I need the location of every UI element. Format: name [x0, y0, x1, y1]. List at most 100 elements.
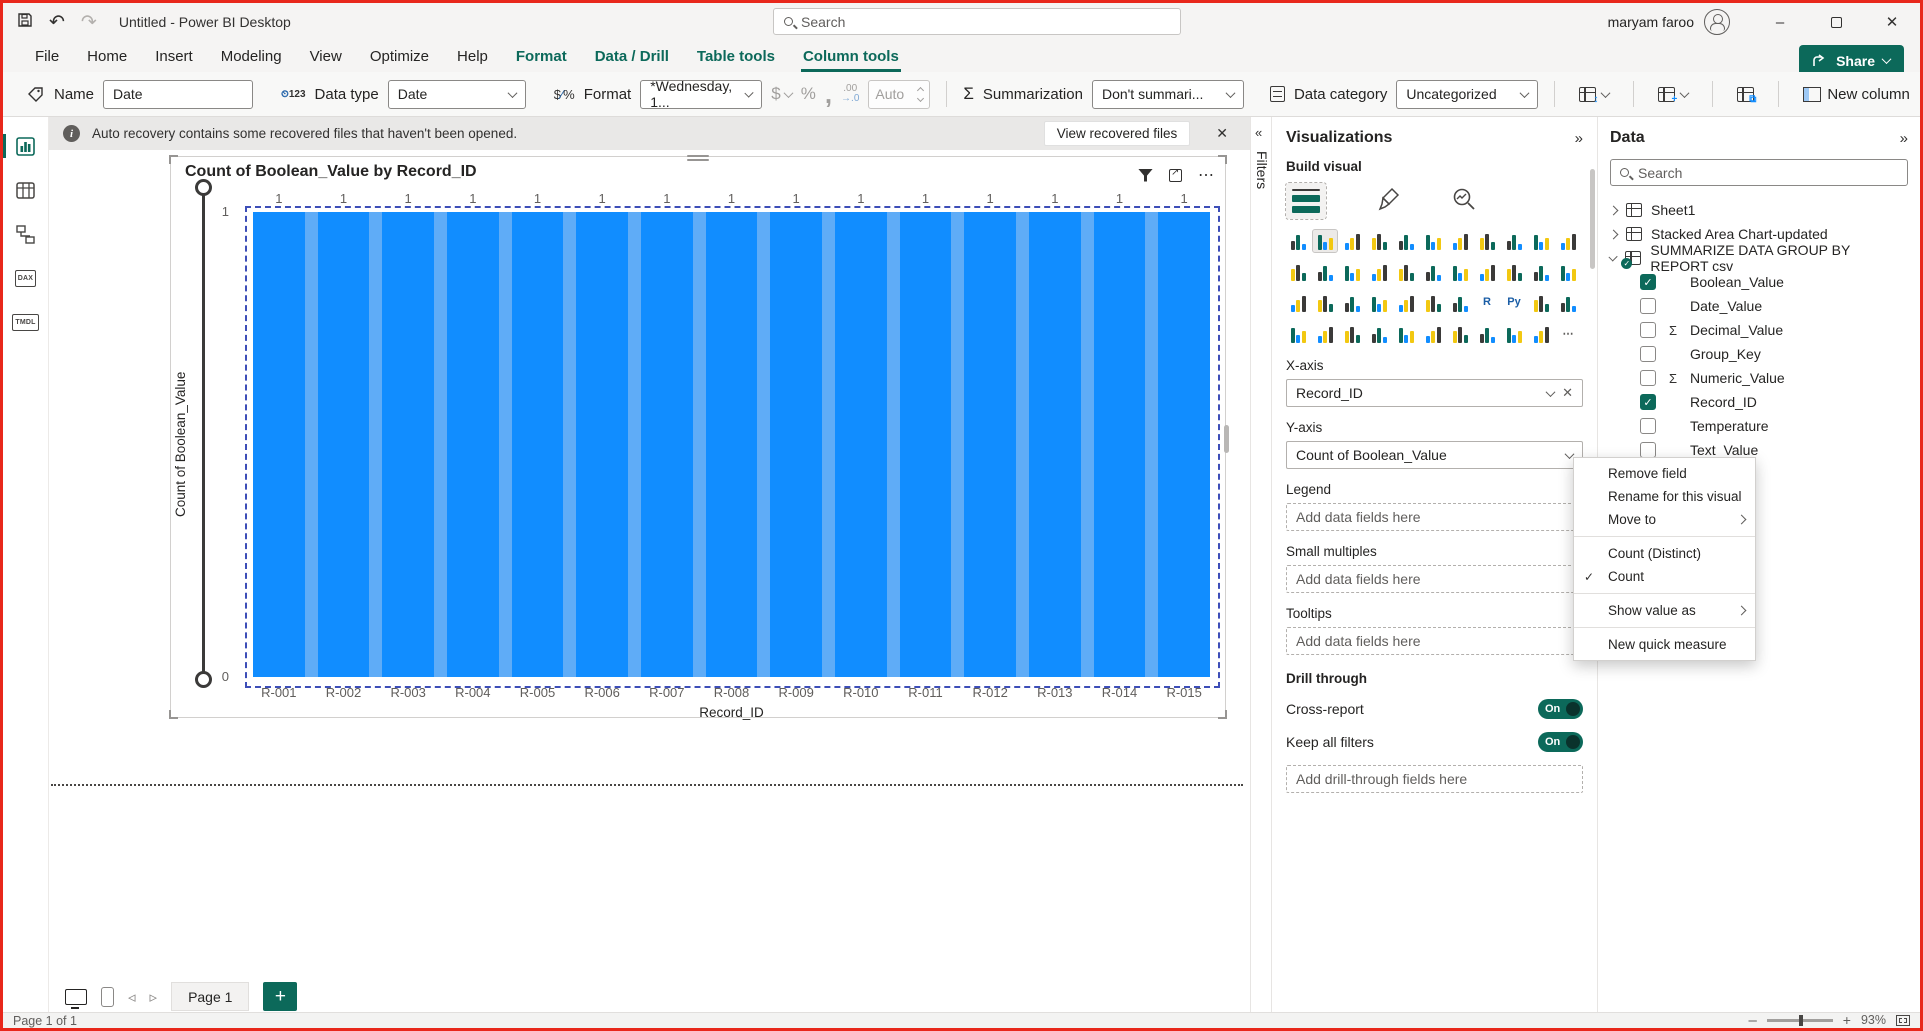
minimize-button[interactable]: –: [1752, 3, 1808, 41]
filled-map-icon[interactable]: [1502, 261, 1526, 283]
new-page-button[interactable]: +: [263, 982, 298, 1011]
bar-R-012[interactable]: [964, 212, 1016, 677]
field-checkbox[interactable]: [1640, 322, 1656, 338]
rail-table-view-icon[interactable]: [3, 175, 49, 205]
custom-visual-icon[interactable]: [1529, 323, 1553, 345]
zoom-slider[interactable]: [1766, 1014, 1833, 1026]
percent-button[interactable]: %: [801, 84, 816, 104]
visual-resize-handle[interactable]: [1224, 425, 1229, 453]
menu-item-insert[interactable]: Insert: [141, 41, 207, 72]
context-menu-item-move-to[interactable]: Move to: [1574, 508, 1755, 531]
python-visual-icon[interactable]: Py: [1502, 292, 1526, 314]
thousands-separator-button[interactable]: ,: [825, 79, 832, 110]
decimal-places-button[interactable]: .00 →.0: [841, 84, 859, 104]
key-influencers-icon[interactable]: [1529, 292, 1553, 314]
menu-item-column-tools[interactable]: Column tools: [789, 41, 913, 72]
qa-visual-icon[interactable]: [1286, 323, 1310, 345]
multi-row-card-icon[interactable]: [1340, 292, 1364, 314]
goals-icon[interactable]: [1475, 323, 1499, 345]
bar-R-006[interactable]: [576, 212, 628, 677]
field-row-temperature[interactable]: ΣTemperature: [1610, 414, 1908, 438]
bar-R-004[interactable]: [447, 212, 499, 677]
field-checkbox[interactable]: [1640, 346, 1656, 362]
currency-button[interactable]: $: [771, 84, 794, 104]
collapse-pane-icon[interactable]: »: [1900, 130, 1908, 147]
expand-icon[interactable]: [1608, 229, 1619, 239]
data-type-select[interactable]: Date: [387, 79, 526, 109]
restore-button[interactable]: [1808, 3, 1864, 41]
drill-through-dropzone[interactable]: Add drill-through fields here: [1286, 765, 1583, 793]
field-row-numeric-value[interactable]: Σ Numeric_Value: [1610, 366, 1908, 390]
undo-icon[interactable]: ↶: [49, 11, 65, 34]
gauge-icon[interactable]: [1286, 292, 1310, 314]
bar-R-013[interactable]: [1029, 212, 1081, 677]
filters-pane-collapsed[interactable]: « Filters: [1250, 117, 1272, 1012]
bar-R-005[interactable]: [511, 212, 564, 677]
field-checkbox[interactable]: [1640, 370, 1656, 386]
pie-chart-icon[interactable]: [1394, 261, 1418, 283]
bar-R-010[interactable]: [835, 212, 887, 677]
page-tab[interactable]: Page 1: [171, 982, 250, 1011]
format-select[interactable]: *Wednesday, 1...: [640, 78, 763, 110]
table-icon[interactable]: [1421, 292, 1445, 314]
menu-item-file[interactable]: File: [21, 41, 73, 72]
menu-item-view[interactable]: View: [296, 41, 356, 72]
stacked-bar-chart-icon[interactable]: [1286, 230, 1310, 252]
field-checkbox[interactable]: ✓: [1640, 274, 1656, 290]
bar-R-015[interactable]: [1158, 212, 1210, 677]
data-search-input[interactable]: Search: [1610, 159, 1908, 186]
zoom-out-icon[interactable]: –: [1748, 1012, 1756, 1029]
arcgis-map-icon[interactable]: [1448, 323, 1472, 345]
waterfall-chart-icon[interactable]: [1313, 261, 1337, 283]
shape-map-icon[interactable]: [1529, 261, 1553, 283]
menu-item-optimize[interactable]: Optimize: [356, 41, 443, 72]
view-recovered-files-button[interactable]: View recovered files: [1043, 121, 1191, 146]
field-row-record-id[interactable]: ✓ΣRecord_ID: [1610, 390, 1908, 414]
bar-R-008[interactable]: [705, 212, 758, 677]
context-menu-item-new-quick-measure[interactable]: New quick measure: [1574, 633, 1755, 656]
build-visual-tab[interactable]: [1285, 182, 1327, 220]
100-stacked-column-chart-icon[interactable]: [1421, 230, 1445, 252]
menu-item-data-drill[interactable]: Data / Drill: [581, 41, 683, 72]
100-stacked-bar-chart-icon[interactable]: [1394, 230, 1418, 252]
redo-icon[interactable]: ↷: [81, 11, 97, 34]
line-chart-icon[interactable]: [1448, 230, 1472, 252]
menu-item-table-tools[interactable]: Table tools: [683, 41, 789, 72]
bar-R-001[interactable]: [253, 212, 305, 677]
remove-field-icon[interactable]: ✕: [1562, 385, 1573, 401]
dismiss-banner-icon[interactable]: ✕: [1216, 125, 1228, 142]
more-options-icon[interactable]: ⋯: [1556, 323, 1580, 345]
field-checkbox[interactable]: [1640, 298, 1656, 314]
expand-icon[interactable]: [1608, 205, 1619, 215]
format-visual-tab[interactable]: [1378, 187, 1400, 216]
context-menu-item-rename-for-this-visual[interactable]: Rename for this visual: [1574, 485, 1755, 508]
y-axis-field-pill[interactable]: Count of Boolean_Value: [1286, 441, 1583, 469]
name-field[interactable]: Date: [103, 79, 254, 109]
manage-relationships-button[interactable]: ⧉: [1729, 86, 1762, 105]
column-chart-visual[interactable]: Count of Boolean_Value by Record_ID ⋯ 1 …: [169, 155, 1229, 720]
azure-map-icon[interactable]: [1556, 261, 1580, 283]
previous-page-icon[interactable]: ◃: [128, 988, 136, 1006]
menu-item-help[interactable]: Help: [443, 41, 502, 72]
stacked-area-chart-icon[interactable]: [1502, 230, 1526, 252]
fit-to-page-icon[interactable]: [1896, 1014, 1910, 1026]
bar-R-002[interactable]: [317, 212, 370, 677]
treemap-icon[interactable]: [1448, 261, 1472, 283]
line-and-clustered-column-chart-icon[interactable]: [1556, 230, 1580, 252]
r-script-visual-icon[interactable]: R: [1475, 292, 1499, 314]
clustered-bar-chart-icon[interactable]: [1340, 230, 1364, 252]
context-menu-item-count[interactable]: ✓ Count: [1574, 565, 1755, 588]
field-checkbox[interactable]: [1640, 442, 1656, 458]
menu-item-format[interactable]: Format: [502, 41, 581, 72]
stacked-column-chart-icon[interactable]: [1312, 229, 1338, 253]
account-avatar[interactable]: [1704, 9, 1730, 35]
donut-chart-icon[interactable]: [1421, 261, 1445, 283]
funnel-chart-icon[interactable]: [1340, 261, 1364, 283]
card-icon[interactable]: [1313, 292, 1337, 314]
close-button[interactable]: ✕: [1864, 3, 1920, 41]
decimal-auto-spinner[interactable]: Auto: [868, 79, 931, 109]
collapse-icon[interactable]: [1608, 251, 1618, 262]
slicer-icon[interactable]: [1394, 292, 1418, 314]
decomposition-tree-icon[interactable]: [1556, 292, 1580, 314]
bar-R-009[interactable]: [770, 212, 822, 677]
